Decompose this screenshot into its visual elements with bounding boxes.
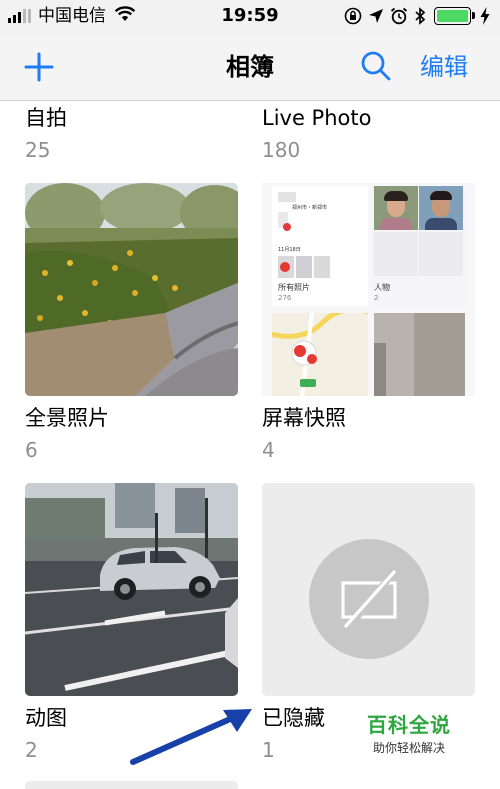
bluetooth-icon (414, 7, 426, 25)
screenshot-all-photos-count: 276 (278, 294, 292, 302)
screenshot-photo-wall (374, 313, 465, 396)
album-name-animated[interactable]: 动图 (25, 704, 67, 732)
hidden-photo-icon (341, 569, 397, 632)
edit-button[interactable]: 编辑 (420, 51, 468, 83)
album-count-animated: 2 (25, 738, 38, 762)
panorama-photo (25, 183, 238, 396)
watermark-subtitle: 助你轻松解决 (373, 741, 446, 755)
screenshot-date-text: 11月18日 (278, 247, 301, 253)
annotation-arrow-icon (130, 709, 252, 765)
battery-icon (434, 7, 475, 25)
watermark-title: 百科全说 (367, 713, 451, 737)
rotation-lock-icon (344, 7, 362, 25)
charging-bolt-icon (480, 7, 490, 25)
status-bar: 中国电信 19:59 (0, 0, 500, 33)
album-thumbnail-screenshots[interactable]: 郑州市・新郑市 11月18日 所有照片 276 人物 2 (262, 183, 475, 396)
navigation-bar: 相簿 编辑 (0, 33, 500, 101)
search-icon (361, 51, 391, 81)
album-count-selfies: 25 (25, 138, 51, 162)
watermark-logo: 百科全说 助你轻松解决 (367, 712, 491, 772)
album-name-screenshots[interactable]: 屏幕快照 (262, 404, 346, 432)
animated-street-photo (25, 483, 238, 696)
album-count-panorama: 6 (25, 438, 38, 462)
album-name-hidden[interactable]: 已隐藏 (262, 704, 325, 732)
album-name-live-photo[interactable]: Live Photo (262, 104, 371, 132)
screenshot-location-text: 郑州市・新郑市 (292, 205, 328, 211)
album-count-screenshots: 4 (262, 438, 275, 462)
screenshot-people-page: 人物 2 (372, 186, 465, 306)
album-name-panorama[interactable]: 全景照片 (25, 404, 109, 432)
album-thumbnail-panorama[interactable] (25, 183, 238, 396)
album-thumbnail-next-row (25, 781, 238, 789)
location-icon (368, 8, 384, 24)
screenshot-people-label: 人物 (374, 283, 390, 292)
album-thumbnail-hidden[interactable] (262, 483, 475, 696)
album-thumbnail-animated[interactable] (25, 483, 238, 696)
screenshot-albums-page: 郑州市・新郑市 11月18日 所有照片 276 (272, 186, 368, 306)
album-count-live-photo: 180 (262, 138, 301, 162)
screenshot-all-photos-label: 所有照片 (278, 283, 310, 292)
hidden-album-placeholder (309, 539, 429, 659)
album-name-selfies[interactable]: 自拍 (25, 104, 67, 132)
screenshot-people-count: 2 (374, 294, 379, 302)
alarm-icon (390, 7, 408, 25)
screenshot-map (272, 313, 368, 396)
status-right (338, 6, 490, 26)
album-count-hidden: 1 (262, 738, 275, 762)
search-button[interactable] (360, 50, 392, 82)
